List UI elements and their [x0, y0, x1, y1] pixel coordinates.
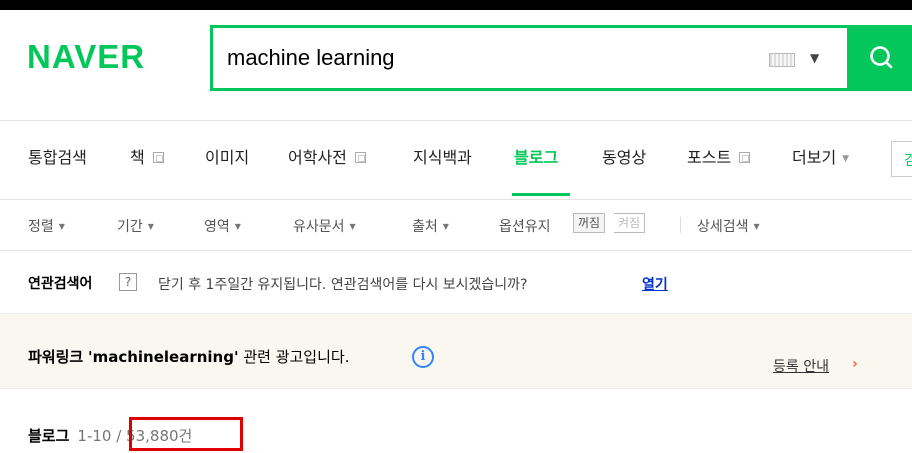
filter-label: 출처: [412, 219, 438, 235]
tab-label: 더보기: [792, 148, 837, 167]
filter-sort[interactable]: 정렬 ▼: [28, 216, 65, 236]
filter-bar: 정렬 ▼ 기간 ▼ 영역 ▼ 유사문서 ▼ 출처 ▼ 옵션유지 꺼짐 켜짐 상세검색 ▼: [0, 200, 912, 250]
tab-label: 블로그: [514, 148, 559, 167]
related-search-title: 연관검색어: [28, 276, 93, 292]
filter-period[interactable]: 기간 ▼: [117, 216, 154, 236]
top-strip: [0, 0, 912, 10]
powerlink-keyword: 'machinelearning': [87, 348, 239, 366]
filter-separator: [680, 217, 681, 233]
filter-source[interactable]: 출처 ▼: [412, 216, 449, 236]
window-icon: [739, 152, 751, 163]
filter-area[interactable]: 영역 ▼: [204, 216, 241, 236]
filter-label: 기간: [117, 219, 143, 235]
chevron-right-icon: ›: [852, 356, 858, 372]
filter-label: 영역: [204, 219, 230, 235]
tab-label: 이미지: [205, 148, 250, 167]
tab-post[interactable]: 포스트: [687, 147, 751, 169]
window-icon: [354, 152, 366, 163]
tab-book[interactable]: 책: [130, 147, 164, 169]
tab-video[interactable]: 동영상: [602, 147, 646, 169]
search-icon: [870, 46, 893, 69]
search-box[interactable]: ▼: [210, 25, 850, 91]
tab-blog[interactable]: 블로그: [514, 147, 558, 169]
tab-more[interactable]: 더보기 ▼: [792, 147, 849, 170]
main-tabs: 통합검색 책 이미지 어학사전 지식백과 블로그 동영상 포스트 더보기 ▼ 검: [0, 121, 912, 199]
chevron-down-icon: ▼: [58, 222, 65, 231]
naver-logo[interactable]: NAVER: [27, 40, 145, 74]
blog-section-label: 블로그: [28, 427, 70, 445]
search-button[interactable]: [850, 25, 912, 91]
tab-encyclopedia[interactable]: 지식백과: [413, 147, 472, 169]
tab-label: 포스트: [687, 148, 732, 167]
chevron-down-icon[interactable]: ▼: [810, 51, 819, 65]
tab-extra-button[interactable]: 검: [891, 141, 912, 177]
info-icon[interactable]: i: [412, 346, 434, 368]
chevron-down-icon: ▼: [442, 222, 449, 231]
related-search-message: 닫기 후 1주일간 유지됩니다. 연관검색어를 다시 보시겠습니까?: [158, 277, 528, 293]
related-search-row: 연관검색어 ? 닫기 후 1주일간 유지됩니다. 연관검색어를 다시 보시겠습니…: [0, 251, 912, 313]
filter-label: 유사문서: [293, 219, 345, 235]
chevron-down-icon: ▼: [234, 222, 241, 231]
header: NAVER ▼: [0, 10, 912, 120]
filter-label: 정렬: [28, 219, 54, 235]
chevron-down-icon: ▼: [349, 222, 356, 231]
chevron-down-icon: ▼: [753, 222, 760, 231]
active-tab-indicator: [512, 193, 570, 196]
filter-detail-search[interactable]: 상세검색 ▼: [697, 216, 760, 236]
powerlink-suffix: 관련 광고입니다.: [243, 348, 350, 366]
tab-label: 지식백과: [413, 148, 472, 167]
powerlink-section: 파워링크 'machinelearning' 관련 광고입니다. i 등록 안내…: [0, 313, 912, 389]
filter-similar[interactable]: 유사문서 ▼: [293, 216, 356, 236]
powerlink-title-line: 파워링크 'machinelearning' 관련 광고입니다.: [28, 346, 349, 367]
powerlink-title: 파워링크: [28, 348, 84, 366]
annotation-highlight-box: [129, 417, 243, 451]
tab-label: 책: [130, 148, 145, 167]
option-keep-off-toggle[interactable]: 꺼짐: [573, 213, 606, 233]
tab-label: 어학사전: [288, 148, 347, 167]
chevron-down-icon: ▼: [842, 154, 850, 164]
search-input[interactable]: [227, 41, 747, 75]
option-keep-label: 옵션유지: [499, 219, 551, 235]
tab-dictionary[interactable]: 어학사전: [288, 147, 366, 169]
ad-register-link[interactable]: 등록 안내: [773, 356, 829, 376]
tab-integrated[interactable]: 통합검색: [28, 147, 87, 169]
help-icon[interactable]: ?: [119, 273, 137, 291]
window-icon: [152, 152, 164, 163]
filter-label: 상세검색: [697, 219, 749, 235]
tab-label: 통합검색: [28, 148, 87, 167]
tab-image[interactable]: 이미지: [205, 147, 249, 169]
related-open-link[interactable]: 열기: [642, 274, 668, 294]
chevron-down-icon: ▼: [147, 222, 154, 231]
option-keep-on-toggle[interactable]: 켜짐: [614, 213, 646, 233]
tab-label: 동영상: [602, 148, 647, 167]
keyboard-icon[interactable]: [769, 53, 795, 67]
